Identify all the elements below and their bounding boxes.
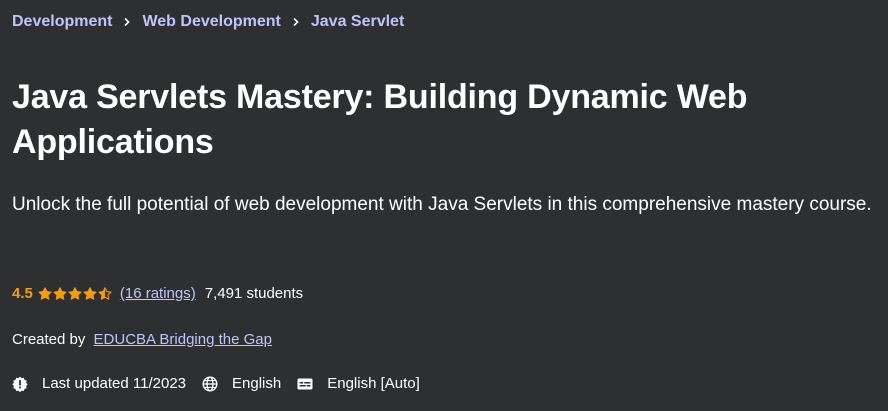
captions-text: English [Auto] (327, 375, 420, 392)
breadcrumb-java-servlet[interactable]: Java Servlet (311, 12, 404, 32)
last-updated-text: Last updated 11/2023 (42, 375, 187, 392)
last-updated: Last updated 11/2023 (12, 374, 186, 394)
closed-captions-icon (297, 378, 313, 390)
star-icon (83, 287, 97, 300)
breadcrumb-web-development[interactable]: Web Development (142, 12, 280, 32)
created-by-label: Created by (12, 331, 86, 348)
instructor-link[interactable]: EDUCBA Bridging the Gap (94, 331, 272, 348)
star-icon (98, 287, 112, 300)
globe-icon (202, 376, 218, 392)
chevron-right-icon (281, 12, 311, 32)
ratings-count-link[interactable]: (16 ratings) (120, 284, 196, 304)
language-text: English (232, 375, 282, 392)
star-icon (38, 287, 52, 300)
course-captions: English [Auto] (297, 374, 420, 394)
created-by-row: Created by EDUCBA Bridging the Gap (12, 330, 272, 350)
rating-row: 4.5 (16 ratings) 7,491 students (12, 284, 303, 304)
course-language: English (202, 374, 281, 394)
students-count: 7,491 students (204, 285, 304, 302)
star-icon (53, 287, 67, 300)
rating-value: 4.5 (12, 285, 33, 302)
course-title: Java Servlets Mastery: Building Dynamic … (12, 78, 748, 161)
star-rating (38, 287, 112, 301)
breadcrumb-development[interactable]: Development (12, 12, 112, 32)
course-subtitle: Unlock the full potential of web develop… (12, 194, 872, 215)
star-icon (68, 287, 82, 300)
course-meta-row: Last updated 11/2023 English English [Au… (12, 374, 436, 394)
chevron-right-icon (112, 12, 142, 32)
breadcrumb: Development Web Development Java Servlet (12, 12, 404, 32)
alert-badge-icon (12, 376, 28, 392)
